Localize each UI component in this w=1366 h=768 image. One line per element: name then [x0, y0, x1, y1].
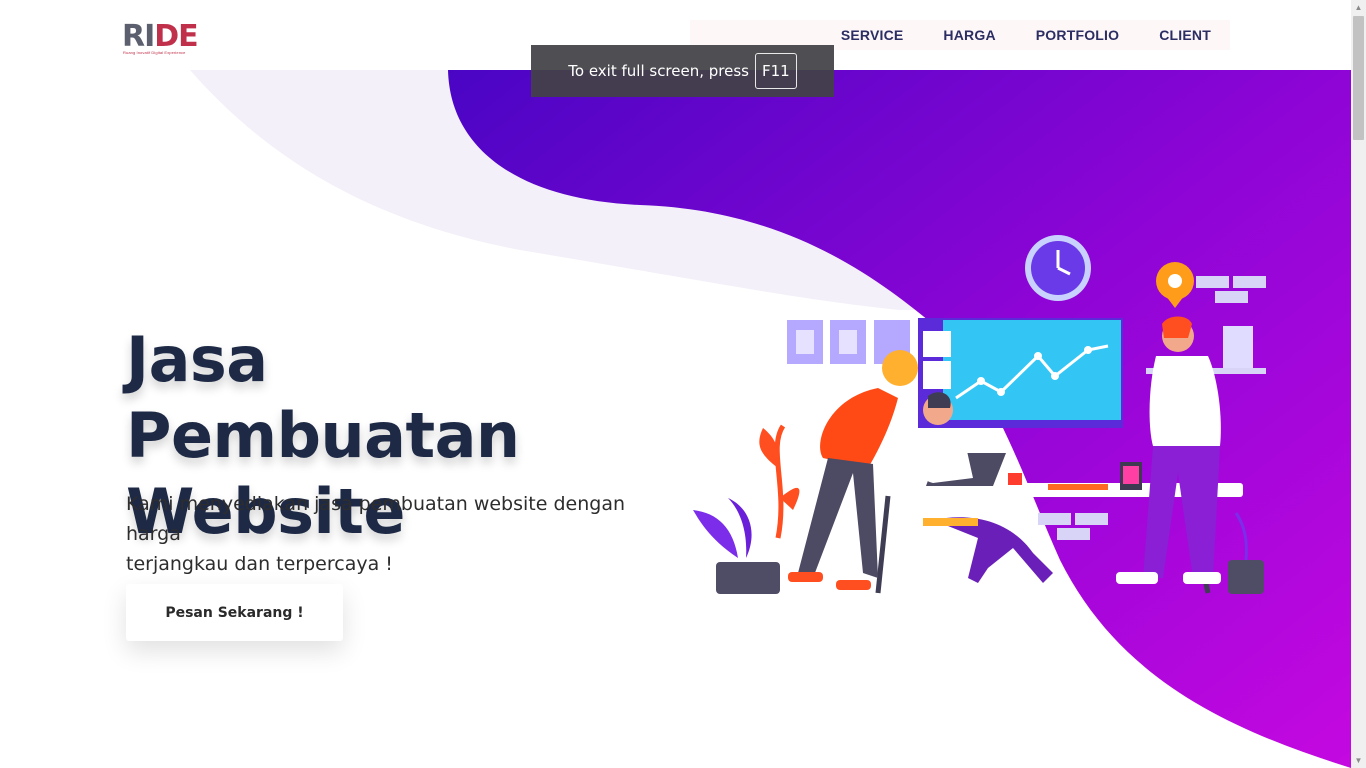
hero-subtitle-line2: terjangkau dan terpercaya !: [126, 553, 393, 575]
logo-text-main: RI: [122, 19, 155, 54]
logo-wordmark: RIDE: [122, 19, 199, 54]
fullscreen-exit-notice: To exit full screen, press F11: [531, 45, 834, 97]
scroll-up-arrow-icon[interactable]: ▲: [1351, 0, 1366, 15]
nav-link-harga[interactable]: HARGA: [943, 27, 995, 43]
fullscreen-key-badge: F11: [755, 53, 797, 89]
page: RIDE Ruang Inovatif Digital Experience S…: [0, 0, 1351, 768]
hero-subtitle: Kami menyediakan jasa pembuatan website …: [126, 489, 646, 579]
logo-tagline: Ruang Inovatif Digital Experience: [123, 50, 186, 55]
hero-subtitle-line1: Kami menyediakan jasa pembuatan website …: [126, 493, 626, 545]
ride-logo[interactable]: RIDE Ruang Inovatif Digital Experience: [122, 20, 202, 56]
scrollbar-thumb[interactable]: [1353, 16, 1364, 140]
nav-link-service[interactable]: SERVICE: [841, 27, 904, 43]
team-working-illustration: [693, 235, 1266, 594]
vertical-scrollbar[interactable]: ▲ ▼: [1351, 0, 1366, 768]
order-now-button[interactable]: Pesan Sekarang !: [126, 584, 343, 641]
scroll-down-arrow-icon[interactable]: ▼: [1351, 753, 1366, 768]
nav-link-client[interactable]: CLIENT: [1159, 27, 1211, 43]
nav-link-portfolio[interactable]: PORTFOLIO: [1036, 27, 1119, 43]
nav-menu: SERVICE HARGA PORTFOLIO CLIENT: [801, 20, 1211, 50]
hero-title-line1: Jasa Pembuatan: [126, 323, 520, 472]
fullscreen-notice-text: To exit full screen, press: [568, 62, 749, 80]
logo-text-accent: DE: [154, 19, 198, 54]
